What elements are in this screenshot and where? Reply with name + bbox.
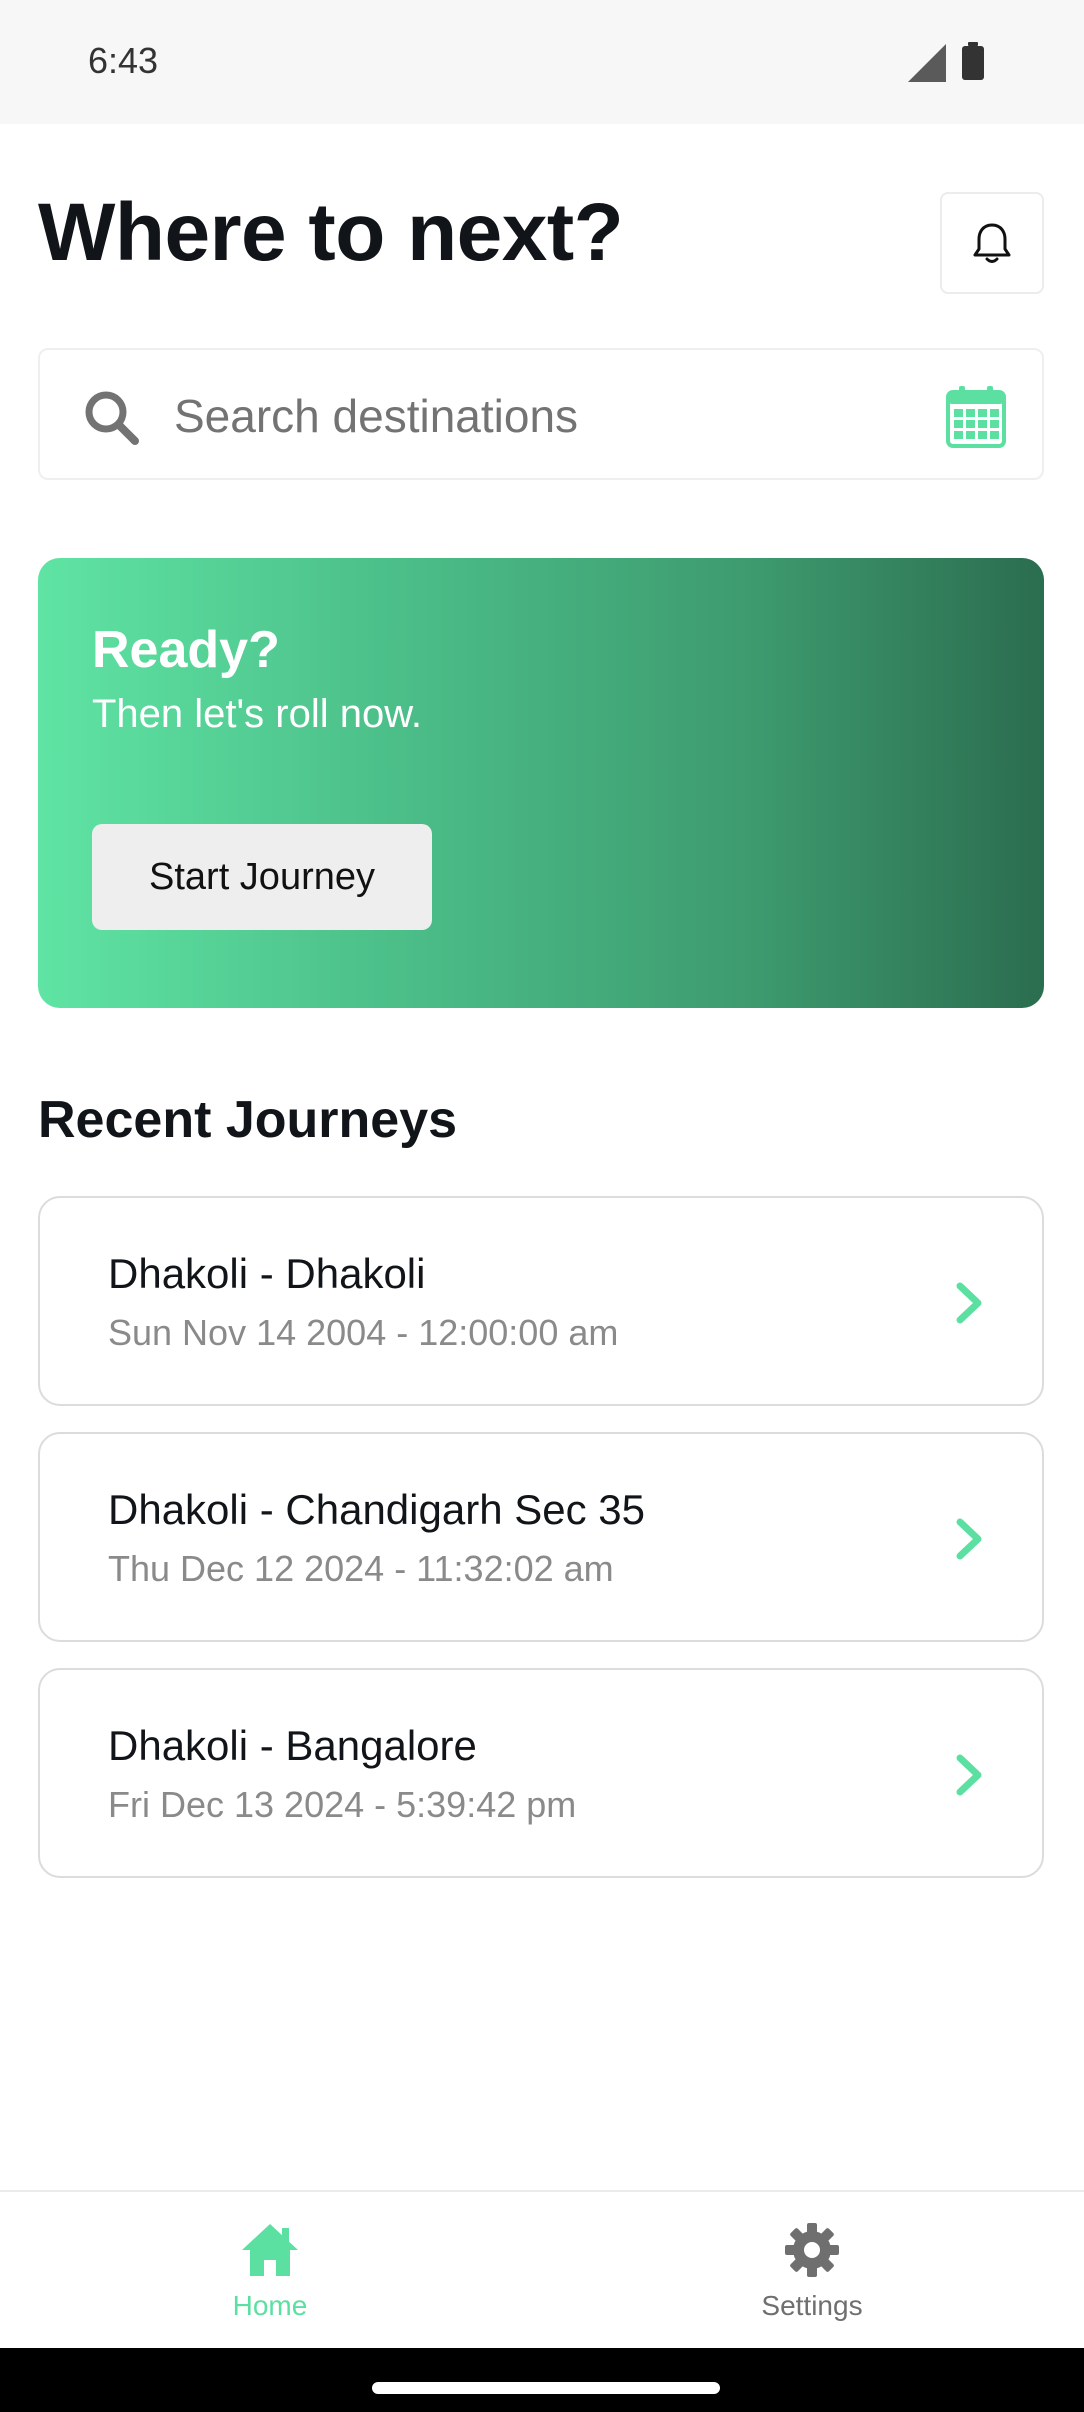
journey-route: Dhakoli - Dhakoli xyxy=(108,1250,426,1297)
journey-card[interactable]: Dhakoli - Bangalore Fri Dec 13 2024 - 5:… xyxy=(38,1668,1044,1878)
signal-icon xyxy=(908,44,946,82)
nav-label-settings: Settings xyxy=(761,2290,863,2321)
battery-icon xyxy=(962,42,984,80)
hero-subtitle: Then let's roll now. xyxy=(92,692,423,736)
bell-icon xyxy=(973,223,1011,263)
nav-item-settings[interactable]: Settings xyxy=(662,2192,962,2350)
search-bar xyxy=(38,348,1044,480)
chevron-right-icon xyxy=(956,1282,982,1324)
chevron-right-icon xyxy=(956,1754,982,1796)
home-icon xyxy=(242,2224,298,2276)
bottom-nav: Home Settings xyxy=(0,2190,1084,2348)
hero-title: Ready? xyxy=(92,621,280,679)
gear-icon xyxy=(785,2223,839,2277)
calendar-icon[interactable] xyxy=(946,386,1006,448)
search-input[interactable] xyxy=(174,380,934,452)
search-icon xyxy=(85,391,139,445)
journey-datetime: Thu Dec 12 2024 - 11:32:02 am xyxy=(108,1548,614,1589)
chevron-right-icon xyxy=(956,1518,982,1560)
journey-route: Dhakoli - Bangalore xyxy=(108,1722,477,1769)
nav-label-home: Home xyxy=(232,2290,308,2321)
gesture-handle[interactable] xyxy=(372,2382,720,2394)
page-title: Where to next? xyxy=(38,187,624,278)
start-journey-button[interactable]: Start Journey xyxy=(92,824,432,930)
journey-datetime: Fri Dec 13 2024 - 5:39:42 pm xyxy=(108,1784,577,1825)
journey-datetime: Sun Nov 14 2004 - 12:00:00 am xyxy=(108,1312,619,1353)
notifications-button[interactable] xyxy=(940,192,1044,294)
recent-journeys-title: Recent Journeys xyxy=(38,1091,458,1149)
journey-route: Dhakoli - Chandigarh Sec 35 xyxy=(108,1486,645,1533)
hero-card: Ready? Then let's roll now. Start Journe… xyxy=(38,558,1044,1008)
system-gesture-area xyxy=(0,2348,1084,2412)
journey-card[interactable]: Dhakoli - Chandigarh Sec 35 Thu Dec 12 2… xyxy=(38,1432,1044,1642)
home-screen: 6:43 Where to next? Search destinations … xyxy=(0,0,1084,2412)
journey-card[interactable]: Dhakoli - Dhakoli Sun Nov 14 2004 - 12:0… xyxy=(38,1196,1044,1406)
status-bar: 6:43 xyxy=(0,0,1084,124)
nav-item-home[interactable]: Home xyxy=(120,2192,420,2350)
status-time: 6:43 xyxy=(88,40,159,81)
